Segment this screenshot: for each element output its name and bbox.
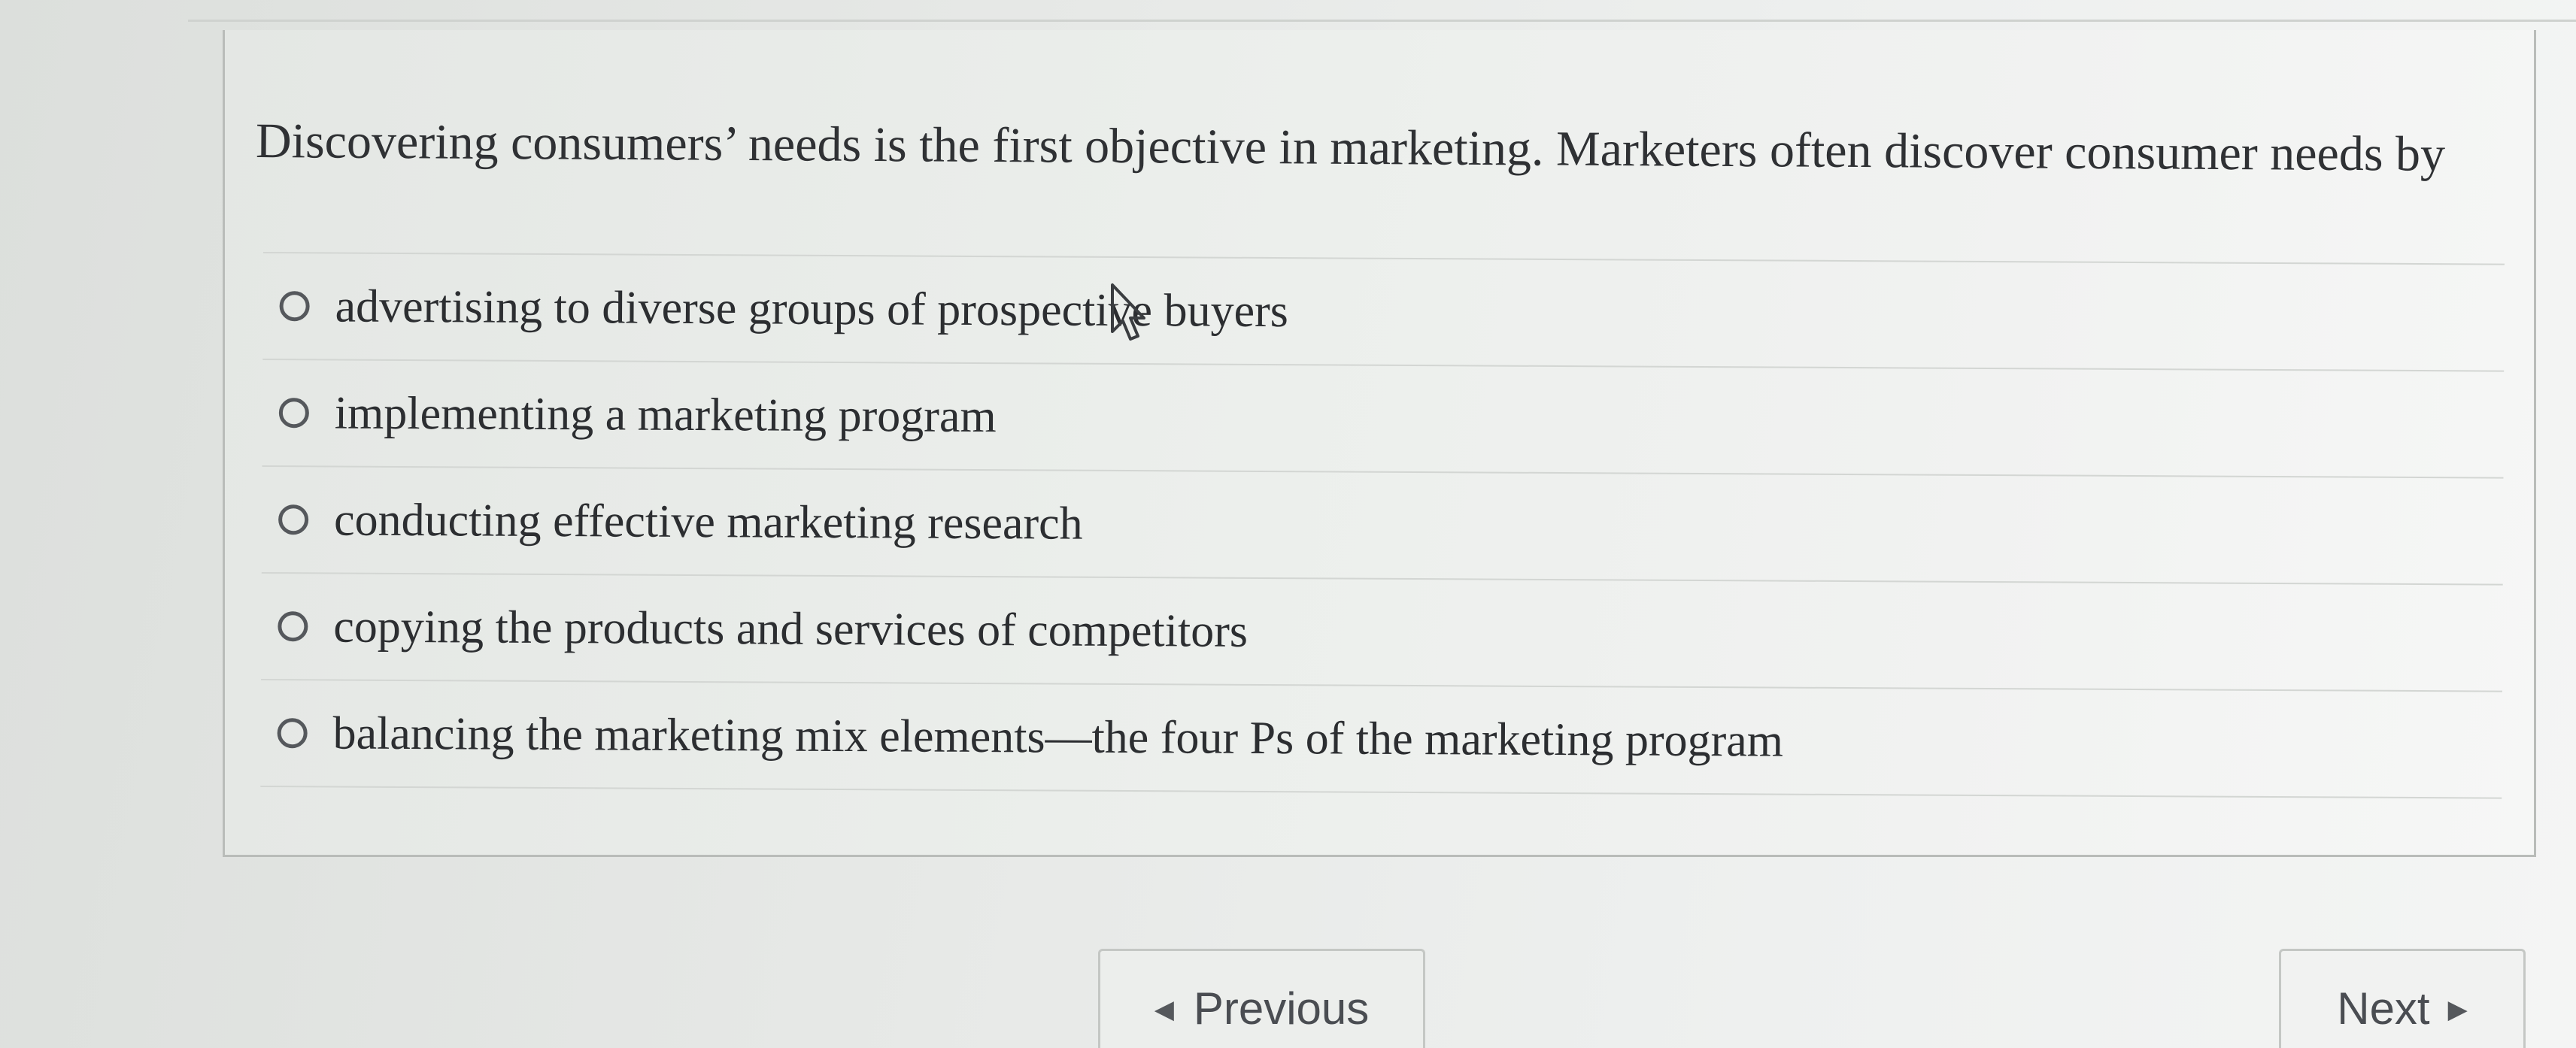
radio-button-icon[interactable] — [277, 718, 308, 749]
next-button[interactable]: Next ▶ — [2279, 949, 2526, 1048]
answer-option-e[interactable]: balancing the marketing mix elements—the… — [260, 680, 2502, 799]
answer-option-d[interactable]: copying the products and services of com… — [261, 573, 2503, 692]
next-button-label: Next — [2337, 983, 2430, 1034]
answer-option-label: conducting effective marketing research — [333, 493, 1083, 550]
radio-button-icon[interactable] — [278, 398, 309, 429]
previous-button-label: Previous — [1193, 983, 1370, 1034]
triangle-left-icon: ◀ — [1154, 995, 1174, 1024]
answer-option-label: balancing the marketing mix elements—the… — [332, 707, 1784, 767]
radio-button-icon[interactable] — [279, 291, 310, 322]
answer-option-c[interactable]: conducting effective marketing research — [261, 466, 2504, 586]
radio-button-icon[interactable] — [278, 504, 309, 535]
answer-option-a[interactable]: advertising to diverse groups of prospec… — [262, 253, 2505, 372]
mouse-cursor-icon — [1111, 283, 1145, 341]
answer-options: advertising to diverse groups of prospec… — [260, 252, 2505, 799]
answer-option-label: implementing a marketing program — [334, 387, 997, 442]
previous-button[interactable]: ◀ Previous — [1098, 949, 1425, 1048]
top-divider — [188, 0, 2576, 22]
triangle-right-icon: ▶ — [2447, 995, 2468, 1024]
radio-button-icon[interactable] — [278, 611, 308, 642]
quiz-page: Discovering consumers’ needs is the firs… — [0, 0, 2576, 1048]
answer-option-label: copying the products and services of com… — [333, 600, 1249, 657]
answer-option-b[interactable]: implementing a marketing program — [262, 359, 2505, 479]
